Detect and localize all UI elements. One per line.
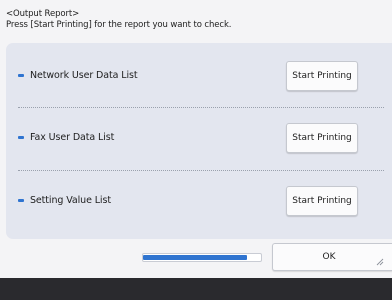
screen-title: <Output Report>	[6, 9, 80, 19]
header: <Output Report> Press [Start Printing] f…	[6, 9, 232, 31]
blue-dash-icon	[18, 198, 24, 202]
bottom-status-bar	[0, 278, 392, 300]
report-label: Fax User Data List	[30, 131, 115, 143]
blue-dash-icon	[18, 73, 24, 77]
report-row-fax-user-data: Fax User Data List Start Printing	[6, 107, 392, 167]
report-label: Setting Value List	[30, 194, 111, 206]
output-report-screen: <Output Report> Press [Start Printing] f…	[0, 0, 392, 300]
report-row-setting-value: Setting Value List Start Printing	[6, 170, 392, 230]
report-row-network-user-data: Network User Data List Start Printing	[6, 45, 392, 105]
resize-corner-icon	[376, 258, 384, 266]
progress-fill	[143, 255, 247, 260]
start-printing-button[interactable]: Start Printing	[286, 186, 358, 216]
report-list-panel: Network User Data List Start Printing Fa…	[6, 43, 392, 239]
blue-dash-icon	[18, 135, 24, 139]
start-printing-button[interactable]: Start Printing	[286, 123, 358, 153]
start-printing-button[interactable]: Start Printing	[286, 61, 358, 91]
ok-label: OK	[322, 252, 336, 262]
ok-button[interactable]: OK	[272, 243, 392, 271]
instruction-text: Press [Start Printing] for the report yo…	[6, 20, 232, 30]
report-label: Network User Data List	[30, 69, 138, 81]
progress-bar	[142, 253, 262, 262]
